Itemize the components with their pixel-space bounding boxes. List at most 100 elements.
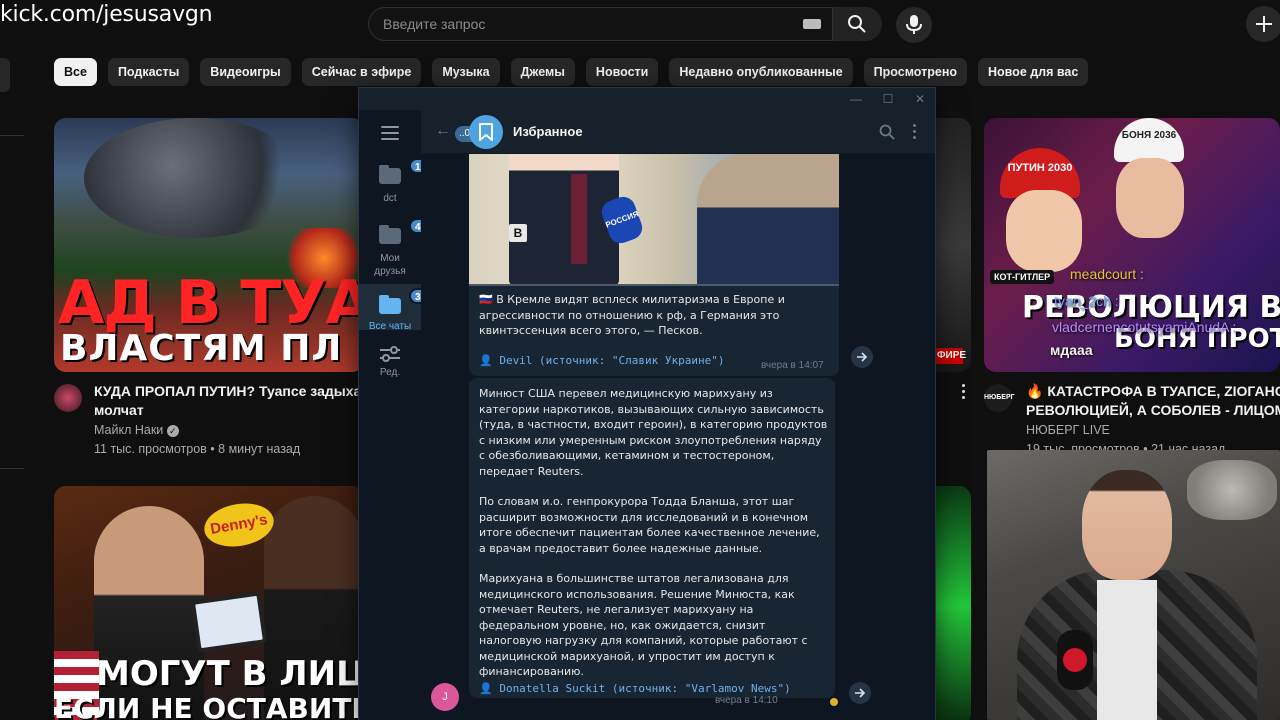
chip-new-for-you[interactable]: Новое для вас [978, 58, 1089, 86]
sidebar-edge [0, 58, 10, 92]
video-meta: 11 тыс. просмотров • 8 минут назад [94, 442, 301, 456]
folder-dct[interactable]: 194 dct [359, 158, 438, 212]
folder-icon: 194 [379, 158, 438, 184]
stream-chat-user: vladcernencotutsyamiAnudA : [1052, 319, 1237, 335]
chip-live[interactable]: Сейчас в эфире [301, 58, 422, 86]
stream-chat-user: meadcourt : [1070, 266, 1144, 282]
forward-icon [855, 688, 866, 698]
chip-podcasts[interactable]: Подкасты [107, 58, 190, 86]
stream-url-overlay: kick.com/jesusavgn [0, 2, 213, 27]
message-time: вчера в 14:10 [715, 695, 778, 706]
close-button[interactable]: ✕ [913, 92, 927, 106]
telegram-window: — ☐ ✕ 194 dct 47 Мои друзья 360 Все чаты… [358, 87, 936, 720]
folder-label: Все чаты [368, 321, 412, 332]
webcam-person-head [1082, 470, 1172, 580]
search-button[interactable] [832, 7, 882, 41]
chip-music[interactable]: Музыка [432, 58, 500, 86]
webcam-microphone [1057, 630, 1093, 690]
arrow-left-icon: ← [435, 122, 451, 139]
message-bubble[interactable]: РОССИЯ В 🇷🇺 В Кремле видят всплеск милит… [469, 154, 839, 376]
stream-chat-user: tyan_2ch : [1054, 293, 1119, 309]
keyboard-icon[interactable] [803, 19, 821, 29]
chip-recent[interactable]: Недавно опубликованные [669, 58, 853, 86]
thumbnail-person [1006, 190, 1082, 272]
photo-channel-logo: В [509, 224, 527, 242]
video-thumbnail-partial[interactable] [935, 486, 971, 720]
folder-label: Ред. [379, 367, 401, 378]
folder-label: Мои друзья [374, 253, 406, 277]
chip-all[interactable]: Все [54, 58, 97, 86]
message-list: РОССИЯ В 🇷🇺 В Кремле видят всплеск милит… [421, 154, 935, 720]
message-paragraph: Марихуана в большинстве штатов легализов… [479, 572, 808, 678]
sidebar-divider [0, 135, 24, 136]
photo-person [509, 154, 619, 286]
channel-avatar[interactable]: НЮБЕРГ [984, 384, 1015, 412]
chip-news[interactable]: Новости [585, 58, 659, 86]
thumbnail-headline: МОГУТ В ЛИЦО ДАТЬ, [96, 654, 364, 694]
video-thumbnail-partial[interactable] [935, 118, 971, 372]
thumbnail-person [1116, 158, 1184, 238]
more-options-icon[interactable] [960, 384, 966, 400]
maximize-button[interactable]: ☐ [881, 92, 895, 106]
search-box[interactable] [368, 7, 882, 41]
folder-friends[interactable]: 47 Мои друзья [359, 218, 433, 284]
folder-icon: 47 [379, 218, 433, 244]
photo-tie [571, 174, 587, 264]
thumbnail-subheadline: ЕСЛИ НЕ ОСТАВИТЬ ЧАЕВ [54, 692, 364, 720]
bookmark-icon [479, 123, 493, 141]
message-time: вчера в 14:07 [761, 360, 824, 371]
stream-chat-message: мдааа [1050, 342, 1093, 358]
channel-name[interactable]: НЮБЕРГ LIVE [1026, 423, 1110, 437]
folder-edit[interactable]: Ред. [359, 346, 421, 386]
media-progress-bar [469, 284, 839, 286]
video-title[interactable]: 🔥 КАТАСТРОФА В ТУАПСЕ, ZIОГАНОВ Г РЕВОЛЮ… [1026, 382, 1280, 420]
chip-watched[interactable]: Просмотрено [863, 58, 967, 86]
create-button[interactable] [1246, 6, 1280, 42]
chat-title[interactable]: Избранное [513, 124, 583, 139]
sliders-icon [380, 346, 400, 362]
message-bubble[interactable]: Минюст США перевел медицинскую марихуану… [469, 378, 835, 698]
white-cap: БОНЯ 2036 [1114, 118, 1184, 162]
plus-icon [1256, 16, 1272, 32]
forward-button[interactable] [851, 346, 873, 368]
video-thumbnail[interactable]: Denny's МОГУТ В ЛИЦО ДАТЬ, ЕСЛИ НЕ ОСТАВ… [54, 486, 364, 720]
forward-icon [857, 352, 868, 362]
back-button[interactable]: ← ..07 [435, 122, 480, 142]
voice-search-button[interactable] [896, 7, 932, 43]
message-paragraph: Минюст США перевел медицинскую марихуану… [479, 387, 828, 478]
reaction-icon[interactable] [830, 698, 838, 706]
chip-jams[interactable]: Джемы [510, 58, 575, 86]
microphone-icon [906, 15, 922, 34]
filter-chips: Все Подкасты Видеоигры Сейчас в эфире Му… [54, 58, 1089, 86]
more-vertical-icon[interactable] [913, 124, 917, 140]
search-icon [848, 15, 866, 33]
channel-name[interactable]: Майкл Наки ✓ [94, 423, 179, 437]
folder-all-chats[interactable]: 360 Все чаты [359, 284, 438, 332]
message-text: 🇷🇺 В Кремле видят всплеск милитаризма в … [479, 293, 785, 337]
message-signature[interactable]: 👤 Devil (источник: "Славик Украине") [479, 354, 725, 367]
screen: kick.com/jesusavgn Все Подкасты Видеоигр… [0, 0, 1280, 720]
minimize-button[interactable]: — [849, 92, 863, 106]
chip-videogames[interactable]: Видеоигры [200, 58, 291, 86]
search-icon[interactable] [879, 124, 895, 140]
streamer-webcam [987, 450, 1280, 720]
video-title[interactable]: КУДА ПРОПАЛ ПУТИН? Туапсе задыхает молча… [94, 382, 364, 420]
forward-button[interactable] [849, 682, 871, 704]
live-badge: ФИРЕ [935, 348, 966, 364]
cat-label: КОТ-ГИТЛЕР [990, 270, 1055, 284]
search-input[interactable] [369, 8, 829, 40]
video-thumbnail[interactable]: АД В ТУАП ВЛАСТЯМ ПЛ [54, 118, 364, 372]
channel-avatar[interactable] [54, 384, 82, 412]
menu-icon[interactable] [381, 126, 399, 140]
chats-icon: 360 [379, 288, 438, 314]
message-photo[interactable]: РОССИЯ В [469, 154, 839, 286]
folder-rail: 194 dct 47 Мои друзья 360 Все чаты Ред. [359, 110, 438, 720]
photo-person [697, 154, 839, 286]
window-titlebar: — ☐ ✕ [359, 88, 935, 110]
chat-header: ← ..07 Избранное [421, 110, 935, 154]
folder-label: dct [383, 193, 397, 204]
thumbnail-smoke [84, 118, 304, 238]
saved-messages-avatar[interactable] [469, 115, 503, 149]
message-signature[interactable]: 👤 Donatella Suckit (источник: "Varlamov … [479, 682, 791, 695]
sender-avatar[interactable]: J [431, 683, 459, 711]
